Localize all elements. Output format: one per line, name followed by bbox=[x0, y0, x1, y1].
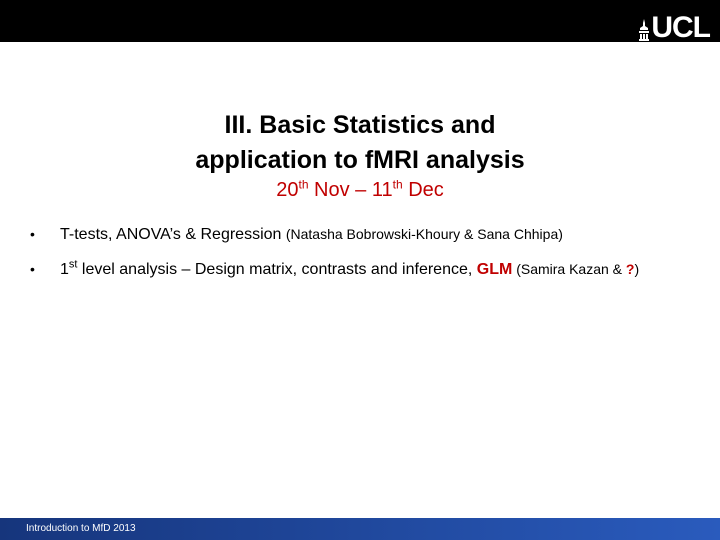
footer-bar: Introduction to MfD 2013 bbox=[0, 518, 720, 540]
presenters-text: (Samira Kazan & bbox=[512, 261, 626, 277]
start-day-suffix: th bbox=[298, 177, 309, 192]
list-item: • T-tests, ANOVA’s & Regression (Natasha… bbox=[30, 224, 700, 245]
presenters-close: ) bbox=[634, 261, 640, 277]
end-month: Dec bbox=[402, 179, 444, 201]
topic-text: T-tests, ANOVA’s & Regression bbox=[60, 226, 286, 243]
start-day: 20 bbox=[276, 179, 299, 201]
bullet-marker: • bbox=[30, 261, 35, 277]
topic-text: level analysis – Design matrix, contrast… bbox=[77, 261, 477, 278]
footer-text: Introduction to MfD 2013 bbox=[26, 523, 136, 534]
start-month-and-end-day: Nov – 11 bbox=[308, 179, 393, 201]
bullet-marker: • bbox=[30, 226, 35, 242]
date-range: 20th Nov – 11th Dec bbox=[0, 176, 720, 204]
logo-text: UCL bbox=[651, 11, 711, 44]
ucl-portico-icon bbox=[639, 19, 650, 41]
ucl-logo: UCL bbox=[639, 11, 711, 44]
end-day-suffix: th bbox=[392, 177, 403, 192]
topic-list: • T-tests, ANOVA’s & Regression (Natasha… bbox=[30, 224, 700, 280]
presenters-text: (Natasha Bobrowski-Khoury & Sana Chhipa) bbox=[285, 226, 563, 242]
topic-number: 1 bbox=[60, 261, 69, 278]
list-item: • 1st level analysis – Design matrix, co… bbox=[30, 259, 700, 280]
slide-title: III. Basic Statistics and application to… bbox=[0, 108, 720, 178]
header-bar: UCL bbox=[0, 0, 720, 44]
highlight-text: GLM bbox=[476, 261, 513, 278]
title-line-2: application to fMRI analysis bbox=[195, 146, 525, 174]
title-line-1: III. Basic Statistics and bbox=[224, 111, 496, 139]
